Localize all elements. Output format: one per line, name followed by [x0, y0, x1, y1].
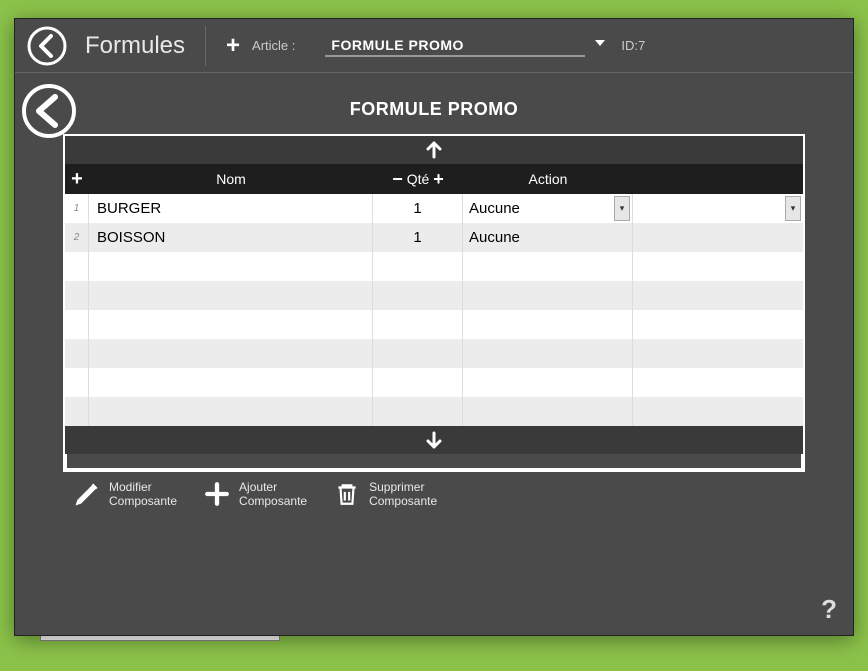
row-index: 2 — [65, 223, 89, 252]
col-action: Action — [463, 171, 633, 187]
pencil-icon — [73, 480, 101, 508]
plus-icon — [203, 480, 231, 508]
article-label: Article : — [252, 38, 295, 53]
modal-header: Formules + Article : FORMULE PROMO ID:7 — [15, 19, 853, 73]
row-qte: 1 — [373, 223, 463, 252]
modal-body: FORMULE PROMO + Nom − Qté + Action 1 — [15, 73, 853, 635]
table-row — [65, 339, 803, 368]
header-separator — [205, 26, 206, 66]
ajouter-line1: Ajouter — [239, 480, 307, 494]
table-row — [65, 252, 803, 281]
chevron-down-icon[interactable]: ▾ — [785, 196, 801, 221]
row-nom: BURGER — [89, 194, 373, 223]
scroll-down-button[interactable] — [65, 426, 803, 454]
chevron-down-icon[interactable]: ▾ — [614, 196, 630, 221]
table-row[interactable]: 2 BOISSON 1 Aucune — [65, 223, 803, 252]
help-button[interactable]: ? — [821, 594, 837, 625]
table-header: + Nom − Qté + Action — [65, 164, 803, 194]
footer-actions: Modifier Composante Ajouter Composante — [63, 472, 805, 509]
row-index: 1 — [65, 194, 89, 223]
ajouter-line2: Composante — [239, 494, 307, 508]
row-qte: 1 — [373, 194, 463, 223]
col-qte: − Qté + — [373, 169, 463, 190]
body-title: FORMULE PROMO — [63, 81, 805, 134]
modifier-line2: Composante — [109, 494, 177, 508]
article-value[interactable]: FORMULE PROMO — [325, 35, 585, 57]
row-action-select[interactable]: Aucune — [463, 223, 633, 252]
add-row-icon[interactable]: + — [65, 168, 89, 191]
col-qte-label: Qté — [407, 171, 430, 187]
body-back-button[interactable] — [21, 83, 77, 139]
table-footer-spacer — [65, 454, 803, 470]
trash-icon — [333, 480, 361, 508]
row-action-value: Aucune — [469, 229, 520, 246]
table-row — [65, 310, 803, 339]
row-extra — [633, 223, 803, 252]
formules-modal: Formules + Article : FORMULE PROMO ID:7 … — [14, 18, 854, 636]
qty-minus-icon[interactable]: − — [392, 169, 403, 190]
supprimer-line1: Supprimer — [369, 480, 437, 494]
supprimer-composante-button[interactable]: Supprimer Composante — [333, 480, 437, 509]
row-action-select[interactable]: Aucune ▾ — [463, 194, 633, 223]
table-row[interactable]: 1 BURGER 1 Aucune ▾ ▾ — [65, 194, 803, 223]
modifier-composante-button[interactable]: Modifier Composante — [73, 480, 177, 509]
header-title: Formules — [85, 32, 185, 60]
ajouter-composante-button[interactable]: Ajouter Composante — [203, 480, 307, 509]
add-article-icon[interactable]: + — [226, 32, 240, 60]
qty-plus-icon[interactable]: + — [433, 169, 444, 190]
article-dropdown-icon[interactable] — [593, 36, 607, 55]
supprimer-line2: Composante — [369, 494, 437, 508]
header-back-button[interactable] — [23, 22, 71, 70]
article-id: ID:7 — [621, 38, 645, 53]
row-extra-select[interactable]: ▾ — [633, 194, 803, 223]
components-table: + Nom − Qté + Action 1 BURGER 1 Aucune — [63, 134, 805, 472]
row-action-value: Aucune — [469, 200, 520, 217]
col-nom: Nom — [89, 171, 373, 187]
row-nom: BOISSON — [89, 223, 373, 252]
table-row — [65, 281, 803, 310]
table-row — [65, 368, 803, 397]
modifier-line1: Modifier — [109, 480, 177, 494]
table-body: 1 BURGER 1 Aucune ▾ ▾ 2 BOISSON 1 — [65, 194, 803, 426]
scroll-up-button[interactable] — [65, 136, 803, 164]
table-row — [65, 397, 803, 426]
